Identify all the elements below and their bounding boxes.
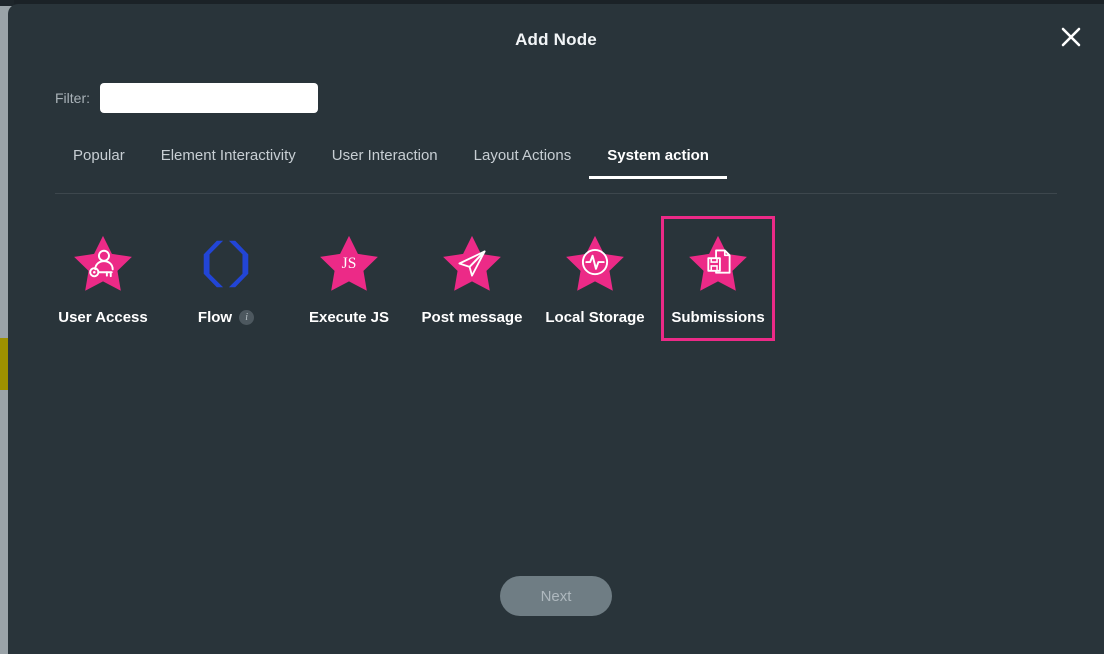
document-save-star-icon [685,231,751,297]
info-icon[interactable]: i [239,310,255,325]
filter-label: Filter: [55,90,90,106]
node-label: Submissions [671,309,765,326]
node-label: Flow [197,309,233,326]
dialog-header: Add Node [8,4,1104,82]
node-label-row: Flow i [197,309,255,326]
node-label-row: Submissions [671,309,764,326]
js-star-icon: JS [316,231,382,297]
backdrop-yellow-marker [0,338,8,390]
next-button[interactable]: Next [500,576,612,616]
node-item-user-access[interactable]: User Access [46,216,160,341]
filter-input[interactable] [100,83,318,113]
category-tabs: Popular Element Interactivity User Inter… [55,147,1057,194]
tab-system-action[interactable]: System action [589,147,727,179]
node-label-row: Execute JS [309,309,389,326]
add-node-dialog: Add Node Filter: Popular Element Interac… [8,4,1104,654]
node-label: User Access [58,309,148,326]
node-item-local-storage[interactable]: Local Storage [538,216,652,341]
node-item-submissions[interactable]: Submissions [661,216,775,341]
page-title: Add Node [515,30,597,49]
close-icon[interactable] [1050,16,1092,58]
user-key-star-icon [70,231,136,297]
pulse-circle-star-icon [562,231,628,297]
tab-layout-actions[interactable]: Layout Actions [456,147,590,178]
node-label: Execute JS [308,309,390,326]
node-label-row: Post message [422,309,523,326]
filter-row: Filter: [8,83,318,113]
node-label: Local Storage [545,309,645,326]
flow-brackets-icon [193,231,259,297]
dialog-footer: Next [8,576,1104,616]
svg-text:JS: JS [342,255,357,272]
node-item-flow[interactable]: Flow i [169,216,283,341]
paper-plane-star-icon [439,231,505,297]
tab-popular[interactable]: Popular [55,147,143,178]
node-label-row: User Access [58,309,148,326]
node-item-post-message[interactable]: Post message [415,216,529,341]
node-label-row: Local Storage [545,309,644,326]
node-grid: User Access Flow i JS Execute JS Post me… [46,216,784,341]
tab-element-interactivity[interactable]: Element Interactivity [143,147,314,178]
tab-user-interaction[interactable]: User Interaction [314,147,456,178]
node-item-execute-js[interactable]: JS Execute JS [292,216,406,341]
node-label: Post message [421,309,523,326]
